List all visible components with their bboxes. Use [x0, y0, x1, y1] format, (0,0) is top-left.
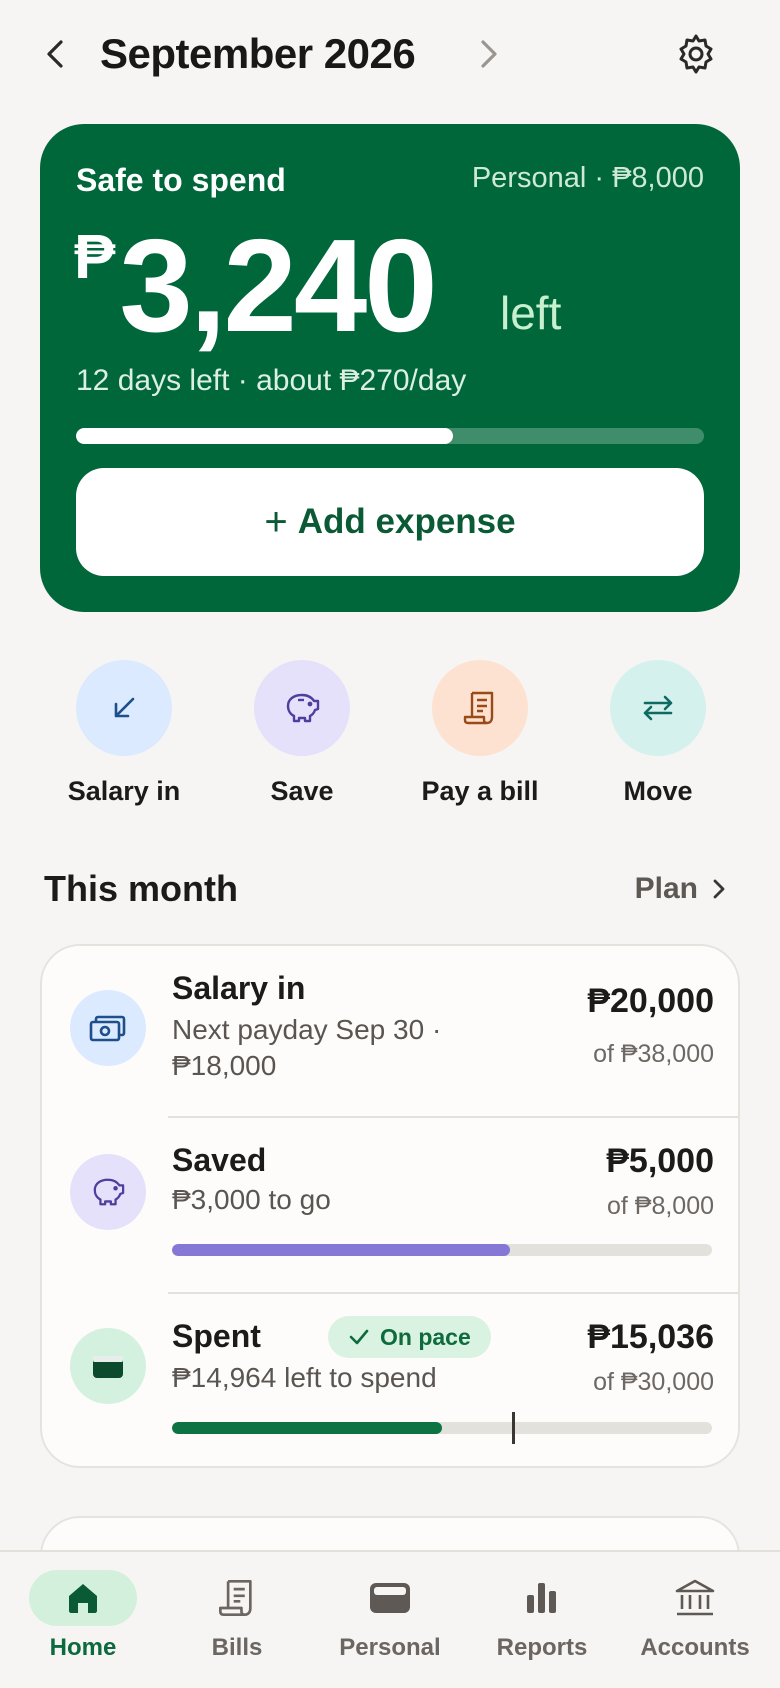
- quick-action-icon-bg: [610, 660, 706, 756]
- quick-action-label: Salary in: [67, 776, 181, 806]
- saved-progress-bar: [172, 1244, 712, 1256]
- nav-icon-wrap: [336, 1570, 444, 1626]
- row-title: Saved: [172, 1142, 267, 1178]
- section-title: This month: [44, 868, 238, 909]
- amount-suffix: left: [500, 287, 562, 339]
- quick-action-pay-bill[interactable]: Pay a bill: [410, 660, 550, 807]
- check-icon: [349, 1329, 369, 1345]
- page-title: September 2026: [100, 30, 416, 77]
- saved-progress-fill: [172, 1244, 510, 1256]
- next-month-button[interactable]: [464, 30, 512, 78]
- safe-to-spend-amount: ₱ 3,240: [74, 212, 438, 359]
- nav-icon-wrap: [29, 1570, 137, 1626]
- cash-icon: [89, 1015, 126, 1042]
- saved-remaining: ₱3,000 to go: [172, 1184, 331, 1215]
- salary-amount: ₱20,000: [587, 982, 714, 1020]
- budget-context[interactable]: Personal · ₱8,000: [472, 162, 704, 195]
- row-title: Spent: [172, 1318, 261, 1354]
- budget-progress-bar: [76, 428, 704, 444]
- quick-action-icon-bg: [254, 660, 350, 756]
- quick-action-label: Save: [270, 776, 334, 806]
- nav-personal[interactable]: Personal: [315, 1570, 465, 1662]
- budget-progress-fill: [76, 428, 453, 444]
- saved-icon-bg: [70, 1154, 146, 1230]
- chevron-right-icon: [713, 879, 725, 899]
- safe-to-spend-card: Safe to spend Personal · ₱8,000 ₱ 3,240 …: [40, 124, 740, 612]
- spent-amount: ₱15,036: [587, 1318, 714, 1356]
- nav-icon-wrap: [641, 1570, 749, 1626]
- arrow-down-left-icon: [114, 697, 135, 718]
- pace-marker: [512, 1412, 516, 1444]
- amount-value: 3,240: [119, 212, 437, 359]
- quick-action-icon-bg: [432, 660, 528, 756]
- spent-budget: of ₱30,000: [593, 1368, 714, 1396]
- days-left-info: 12 days left · about ₱270/day: [76, 364, 467, 397]
- bank-icon: [675, 1579, 715, 1616]
- nav-icon-wrap: [488, 1570, 596, 1626]
- quick-action-move[interactable]: Move: [588, 660, 728, 807]
- nav-reports[interactable]: Reports: [467, 1570, 617, 1662]
- badge-label: On pace: [380, 1323, 471, 1350]
- header: September 2026: [0, 0, 780, 112]
- wallet-icon: [93, 1356, 123, 1378]
- saved-amount: ₱5,000: [606, 1142, 714, 1180]
- spent-progress-fill: [172, 1422, 442, 1434]
- bar-chart-icon: [527, 1583, 556, 1613]
- salary-row[interactable]: Salary in Next payday Sep 30 · ₱18,000 ₱…: [42, 946, 738, 1114]
- nav-accounts[interactable]: Accounts: [620, 1570, 770, 1662]
- transfer-arrows-icon: [643, 695, 673, 721]
- nav-label: Bills: [211, 1634, 263, 1661]
- quick-action-icon-bg: [76, 660, 172, 756]
- month-summary-card: Salary in Next payday Sep 30 · ₱18,000 ₱…: [40, 944, 740, 1468]
- saved-target: of ₱8,000: [606, 1192, 714, 1220]
- hero-label: Safe to spend: [76, 162, 286, 198]
- bottom-nav: Home Bills Personal Reports Accounts: [0, 1550, 780, 1688]
- plan-label: Plan: [634, 872, 698, 905]
- nav-label: Reports: [496, 1634, 588, 1661]
- quick-action-label: Pay a bill: [421, 776, 539, 806]
- quick-action-save[interactable]: Save: [232, 660, 372, 807]
- row-title: Salary in: [172, 970, 306, 1006]
- currency-symbol: ₱: [74, 223, 116, 292]
- plus-icon: +: [264, 499, 288, 544]
- nav-label: Accounts: [640, 1634, 750, 1661]
- nav-label: Personal: [339, 1634, 441, 1661]
- salary-icon-bg: [70, 990, 146, 1066]
- add-expense-button[interactable]: + Add expense: [76, 468, 704, 576]
- nav-icon-wrap: [183, 1570, 291, 1626]
- salary-next-amount: ₱18,000: [172, 1050, 277, 1081]
- quick-actions: Salary in Save Pay a bill Move: [0, 660, 780, 810]
- gear-icon: [679, 34, 713, 74]
- quick-action-label: Move: [623, 776, 693, 806]
- home-icon: [69, 1584, 97, 1613]
- nav-bills[interactable]: Bills: [162, 1570, 312, 1662]
- quick-action-salary-in[interactable]: Salary in: [54, 660, 194, 807]
- piggy-bank-icon: [93, 1178, 125, 1206]
- nav-label: Home: [49, 1634, 117, 1661]
- add-expense-label: Add expense: [297, 502, 516, 541]
- receipt-icon: [219, 1580, 252, 1616]
- saved-row[interactable]: Saved ₱3,000 to go ₱5,000 of ₱8,000: [42, 1118, 738, 1292]
- salary-next-payday: Next payday Sep 30 ·: [172, 1014, 442, 1045]
- spent-icon-bg: [70, 1328, 146, 1404]
- chevron-left-icon: [47, 40, 63, 68]
- wallet-icon: [370, 1583, 410, 1613]
- piggy-bank-icon: [286, 693, 320, 723]
- salary-target: of ₱38,000: [593, 1040, 714, 1068]
- on-pace-badge: On pace: [328, 1316, 491, 1358]
- settings-button[interactable]: [672, 30, 720, 78]
- chevron-right-icon: [481, 40, 497, 68]
- previous-month-button[interactable]: [32, 30, 80, 78]
- receipt-icon: [463, 691, 494, 725]
- spent-row[interactable]: Spent On pace ₱14,964 left to spend ₱15,…: [42, 1294, 738, 1466]
- nav-home[interactable]: Home: [8, 1570, 158, 1662]
- spent-remaining: ₱14,964 left to spend: [172, 1362, 437, 1393]
- plan-link[interactable]: Plan: [635, 872, 730, 906]
- spent-progress-bar: [172, 1422, 712, 1434]
